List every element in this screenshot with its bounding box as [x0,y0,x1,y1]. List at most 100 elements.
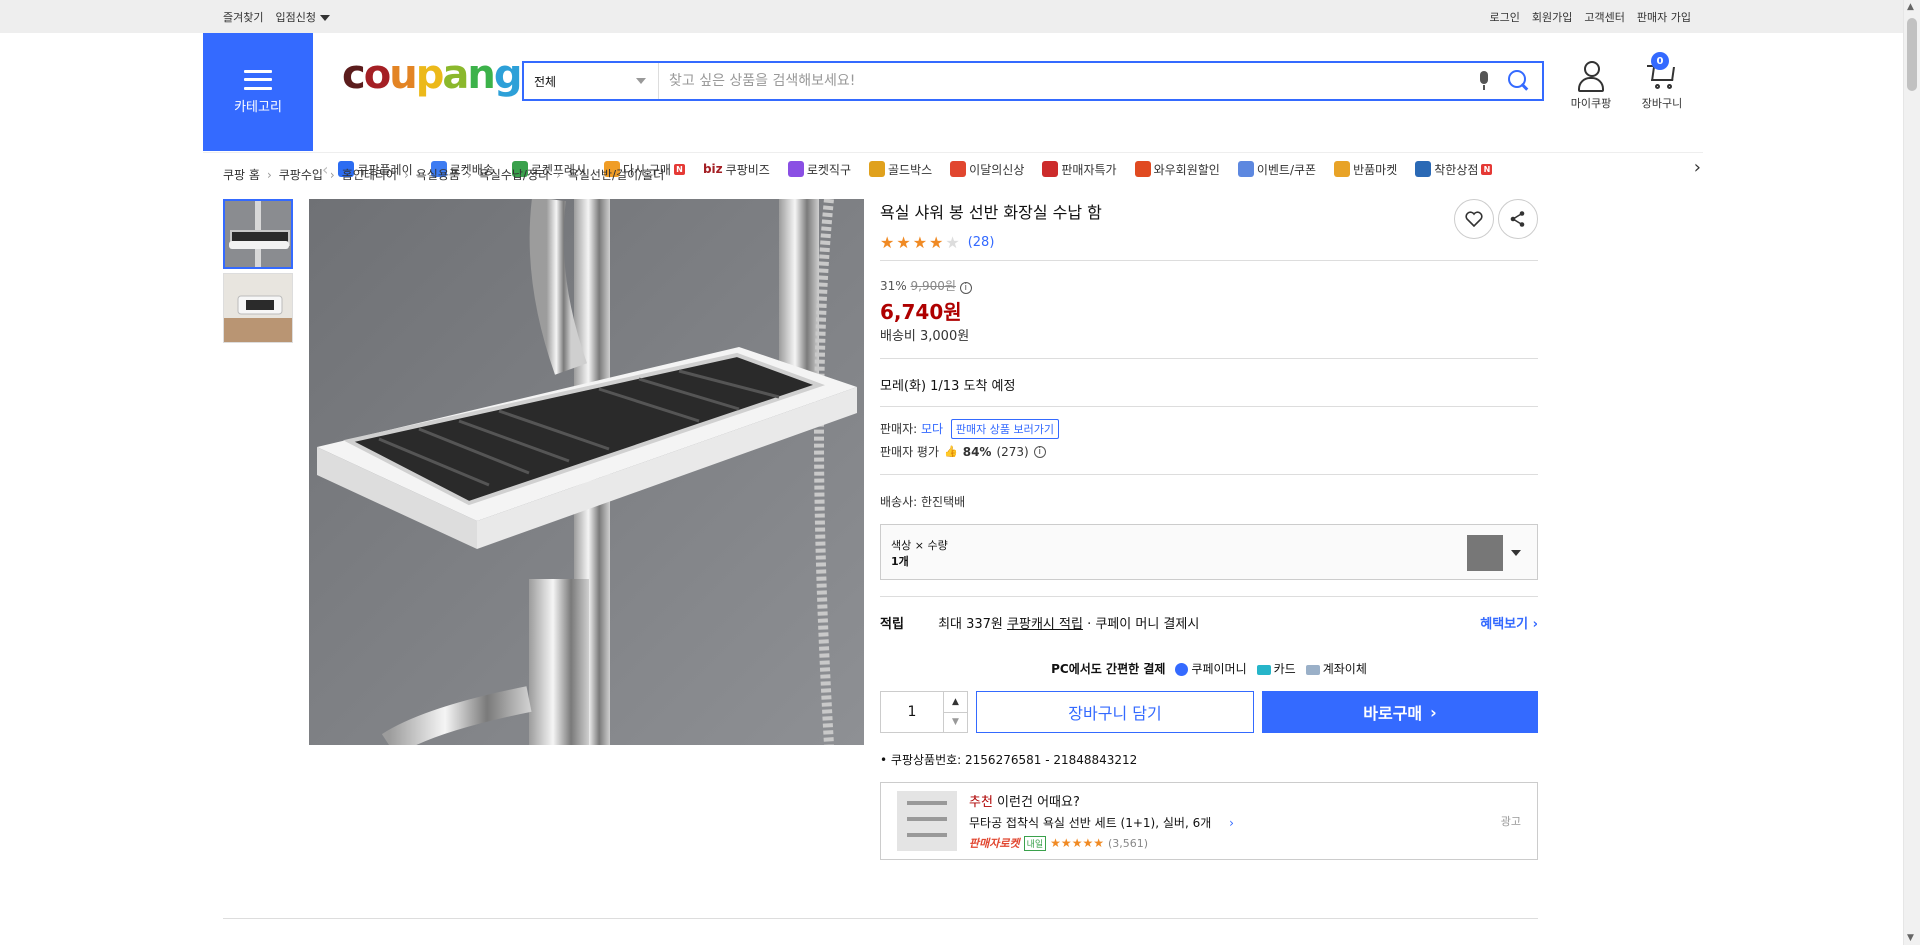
nav-item[interactable]: 착한상점 N [1415,161,1493,178]
courier-name: 한진택배 [921,495,966,509]
nav-item[interactable]: 이벤트/쿠폰 [1237,161,1316,178]
bank-label: 계좌이체 [1322,662,1367,676]
seller-products-link[interactable]: 판매자 상품 보러가기 [950,419,1059,439]
cart-icon: 0 [1647,52,1677,91]
star-icon: ★ [896,233,911,252]
review-count[interactable]: (28) [968,235,995,250]
chevron-right-icon: › [556,167,561,182]
seller-signup-link[interactable]: 판매자 가입 [1637,9,1691,25]
nav-item-label: 판매자특가 [1061,162,1117,177]
buy-now-button[interactable]: 바로구매 › [1262,691,1538,733]
breadcrumb-item[interactable]: 욕실용품 [416,166,460,183]
bookmark-link[interactable]: 즐겨찾기 [223,9,263,25]
benefits-link-label: 혜택보기 [1480,617,1529,632]
star-icon: ★ [912,233,928,252]
mypage-label: 마이쿠팡 [1570,97,1612,110]
chevron-right-icon: › [403,167,409,182]
reward-title: 적립 [880,617,904,632]
search-bar: 전체 [522,61,1544,101]
seller-apply-link[interactable]: 입점신청 [275,9,330,25]
nav-item[interactable]: 골드박스 [869,161,932,178]
bank-transfer-option: 계좌이체 [1305,660,1367,677]
purchase-row: 1 ▲ ▼ 장바구니 담기 바로구매 › [880,691,1538,733]
cart-label: 장바구니 [1641,97,1683,110]
goldbox-icon [869,161,885,177]
heart-icon [1465,211,1483,227]
site-header: 카테고리 coupang 전체 마이쿠팡 0 장바구니 ‹ 쿠팡플레이로켓배송로… [0,33,1920,179]
product-thumbnail[interactable] [223,273,293,343]
nav-item[interactable]: 판매자특가 [1042,161,1117,178]
product-info-panel: 욕실 샤워 봉 선반 화장실 수납 함 ★ ★ ★ ★ ★ (28) 31% 9,900… [880,199,1538,860]
info-icon[interactable]: i [959,282,972,294]
share-button[interactable] [1498,199,1538,239]
discount-row: 31% 9,900원 i [880,277,1538,294]
product-thumbnail[interactable] [223,199,293,269]
nav-item[interactable]: 반품마켓 [1334,161,1397,178]
coupang-logo[interactable]: coupang [342,55,522,95]
nav-item[interactable]: 로켓직구 [787,161,851,178]
breadcrumb-item[interactable]: 쿠팡 홈 [223,166,260,183]
quantity-down-button[interactable]: ▼ [944,713,967,733]
product-id-row: • 쿠팡상품번호: 2156276581 - 21848843212 [880,753,1138,767]
seller-deal-icon [1042,161,1059,177]
recommendation-card[interactable]: 추천 이런건 어때요? 무타공 접착식 욕실 선반 세트 (1+1), 실버, … [880,782,1538,860]
benefits-link[interactable]: 혜택보기 › [1480,613,1538,632]
breadcrumb-item[interactable]: 쿠팡수입 [279,166,323,183]
recommendation-item-title-label: 무타공 접착식 욕실 선반 세트 (1+1), 실버, 6개 [969,816,1212,830]
option-selector[interactable]: 색상 × 수량 1개 [880,524,1538,580]
search-category-select[interactable]: 전체 [524,63,659,99]
customer-center-link[interactable]: 고객센터 [1584,9,1624,25]
chevron-right-icon: › [1229,816,1234,830]
share-icon [1510,211,1525,227]
rating-stars[interactable]: ★ ★ ★ ★ ★ (28) [880,233,1538,252]
recommendation-heading-red: 추천 [969,795,993,810]
product-title: 욕실 샤워 봉 선반 화장실 수납 함 [880,203,1102,222]
microphone-icon[interactable] [1478,71,1490,91]
recommendation-item-title[interactable]: 무타공 접착식 욕실 선반 세트 (1+1), 실버, 6개 › [969,814,1234,831]
chevron-down-icon [1511,550,1521,556]
nav-item[interactable]: 이달의신상 [950,161,1024,178]
search-icon[interactable] [1508,70,1530,92]
mypage-button[interactable]: 마이쿠팡 [1561,61,1621,111]
nav-item[interactable]: biz 쿠팡비즈 [703,161,770,178]
thumbs-up-icon: 👍 [944,445,958,458]
card-icon [1256,664,1271,675]
category-button[interactable]: 카테고리 [203,33,313,151]
cart-button[interactable]: 0 장바구니 [1632,52,1692,111]
thumbnail-list [223,199,293,347]
nav-next-arrow-icon[interactable]: › [1694,157,1701,178]
scroll-up-icon[interactable]: ▲ [1907,2,1914,12]
signup-link[interactable]: 회원가입 [1532,9,1572,25]
reward-condition: · 쿠페이 머니 결제시 [1087,617,1200,632]
coupay-icon [1175,663,1189,676]
nav-item-label: 이달의신상 [969,162,1025,177]
delivery-tag: 내일 [1023,835,1047,851]
add-to-cart-button[interactable]: 장바구니 담기 [976,691,1254,733]
product-main-image[interactable] [309,199,864,745]
reward-row: 적립 최대 337원 쿠팡캐시 적립 · 쿠페이 머니 결제시 혜택보기 › [880,613,1538,632]
courier-label: 배송사: [880,495,918,509]
nav-item-label: 와우회원할인 [1153,162,1220,177]
login-link[interactable]: 로그인 [1490,9,1520,25]
payment-methods: PC에서도 간편한 결제 쿠페이머니 카드 계좌이체 [880,660,1538,677]
search-input[interactable] [659,63,1478,99]
scroll-down-icon[interactable]: ▼ [1907,933,1914,943]
seller-rating-row: 판매자 평가 👍 84% (273) i [880,443,1538,460]
info-icon[interactable]: i [1033,445,1046,458]
nav-item-label: 쿠팡비즈 [725,162,770,177]
option-thumbnail [1467,535,1503,571]
breadcrumb-item[interactable]: 홈인테리어 [342,166,397,183]
coupang-cash-link[interactable]: 쿠팡캐시 적립 [1007,617,1083,632]
wishlist-button[interactable] [1454,199,1494,239]
page-scrollbar[interactable]: ▲ ▼ [1903,0,1920,945]
chevron-down-icon [636,78,646,84]
reward-amount: 최대 337원 [938,617,1003,632]
nav-item[interactable]: 와우회원할인 [1134,161,1220,178]
breadcrumb-item[interactable]: 욕실수납/정리 [479,166,549,183]
seller-name-link[interactable]: 모다 [921,422,943,436]
quantity-stepper[interactable]: 1 ▲ ▼ [880,691,968,733]
scrollbar-thumb[interactable] [1907,18,1917,91]
quantity-up-button[interactable]: ▲ [944,692,967,713]
product-id-value: 2156276581 - 21848843212 [965,753,1138,767]
breadcrumb-item[interactable]: 욕실선반/걸이/홀더 [568,166,664,183]
